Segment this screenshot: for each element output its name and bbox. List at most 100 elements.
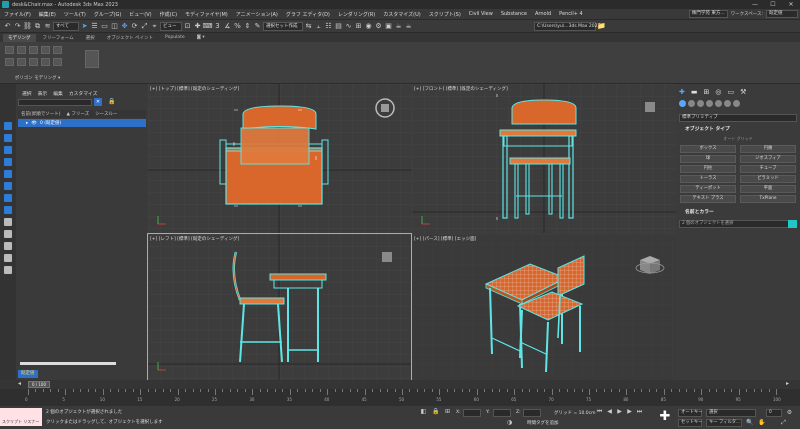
menu-customize[interactable]: カスタマイズ(U) (379, 11, 424, 18)
lights-category-icon[interactable] (697, 100, 704, 107)
filter-groups-icon[interactable] (4, 194, 12, 202)
viewport-left-label[interactable]: [+] [レフト] [標準] [既定のシェーディング] (150, 236, 239, 242)
current-frame-field[interactable]: 0 (766, 409, 782, 417)
set-key-icon[interactable]: ✚ (658, 410, 672, 424)
explorer-menu-edit[interactable]: 編集 (53, 90, 63, 97)
prev-key-icon[interactable]: ◀ (606, 408, 613, 415)
menu-pencil[interactable]: Pencil+ 4 (555, 11, 587, 17)
align-icon[interactable]: ⫠ (314, 22, 323, 31)
layer-explorer-icon[interactable]: ☷ (324, 22, 333, 31)
create-txplane-button[interactable]: TxPlane (740, 195, 796, 203)
create-plane-button[interactable]: 平面 (740, 185, 796, 193)
select-object-icon[interactable]: ➤ (80, 22, 89, 31)
time-slider[interactable]: 0 / 100 (28, 381, 50, 388)
column-name[interactable]: 名前(昇順でソート) (21, 111, 61, 117)
explorer-menu-select[interactable]: 選択 (22, 90, 32, 97)
named-selection-set[interactable]: 選択セット作成 (263, 21, 303, 31)
viewport-perspective-label[interactable]: [+] [パース] [標準] [エッジ面] (414, 236, 476, 242)
viewport-front[interactable]: [+] [フロント] [標準] [既定のシェーディング] (412, 84, 676, 233)
add-time-tag[interactable]: 時間タグを追加 (527, 420, 559, 426)
filter-spacewarps-icon[interactable] (4, 182, 12, 190)
mirror-icon[interactable]: ⇆ (304, 22, 313, 31)
menu-view[interactable]: ビュー(V) (125, 11, 155, 18)
viewport-perspective[interactable]: [+] [パース] [標準] [エッジ面] (412, 234, 676, 380)
filter-containers-icon[interactable] (4, 230, 12, 238)
bind-space-warp-icon[interactable]: ≋ (43, 22, 52, 31)
menu-modifiers[interactable]: モディファイヤ(M) (181, 11, 232, 18)
angle-snap-icon[interactable]: ∡ (223, 22, 232, 31)
create-tube-button[interactable]: チューブ (740, 165, 796, 173)
menu-create[interactable]: 作成(C) (156, 11, 181, 18)
create-cone-button[interactable]: 円錐 (740, 145, 796, 153)
filter-xrefs-icon[interactable] (4, 206, 12, 214)
key-filters-button[interactable]: キー フィルタ... (706, 419, 742, 427)
absolute-mode-icon[interactable]: ⊞ (444, 408, 451, 415)
menu-edit[interactable]: 編集(E) (35, 11, 60, 18)
motion-tab-icon[interactable]: ◎ (715, 88, 721, 96)
y-coord-field[interactable] (493, 409, 511, 417)
shapes-category-icon[interactable] (688, 100, 695, 107)
create-tab-icon[interactable]: ✚ (679, 88, 685, 96)
x-coord-field[interactable] (463, 409, 481, 417)
rendered-frame-icon[interactable]: ▣ (384, 22, 393, 31)
reference-coord-select[interactable]: ビュー (160, 21, 182, 31)
move-icon[interactable]: ✥ (120, 22, 129, 31)
selection-filter-select[interactable]: すべて (53, 21, 79, 31)
ribbon-button-1[interactable] (5, 46, 14, 54)
create-pyramid-button[interactable]: ピラミッド (740, 175, 796, 183)
zoom-icon[interactable]: 🔍 (746, 419, 753, 426)
ribbon-button-6[interactable] (5, 58, 14, 66)
project-path[interactable]: C:\Users\yu\...3ds Max 2023 (534, 21, 600, 31)
ribbon-button-10[interactable] (53, 58, 62, 66)
window-crossing-icon[interactable]: ◫ (110, 22, 119, 31)
ribbon-button-7[interactable] (17, 58, 26, 66)
layer-status[interactable]: 既定値 (18, 370, 38, 378)
systems-category-icon[interactable] (733, 100, 740, 107)
scale-icon[interactable]: ⤢ (140, 22, 149, 31)
menu-substance[interactable]: Substance (497, 11, 531, 17)
select-by-name-icon[interactable]: ☰ (90, 22, 99, 31)
menu-tools[interactable]: ツール(T) (60, 11, 90, 18)
explorer-menu-customize[interactable]: カスタマイズ (69, 90, 98, 97)
auto-key-button[interactable]: オートキー (678, 409, 702, 417)
scene-explorer-icon[interactable]: ▤ (334, 22, 343, 31)
orbit-icon[interactable]: ✋ (758, 419, 765, 426)
time-config-icon[interactable]: ⚙ (786, 409, 793, 416)
helpers-category-icon[interactable] (715, 100, 722, 107)
edit-named-selection-icon[interactable]: ✎ (253, 22, 262, 31)
menu-group[interactable]: グループ(G) (90, 11, 125, 18)
schematic-view-icon[interactable]: ⊞ (354, 22, 363, 31)
menu-civil-view[interactable]: Civil View (465, 11, 497, 17)
menu-graph-editors[interactable]: グラフ エディタ(D) (282, 11, 334, 18)
selection-lock-icon[interactable]: 🔒 (432, 408, 439, 415)
filter-all-icon[interactable] (4, 266, 12, 274)
create-sphere-button[interactable]: 球 (680, 155, 736, 163)
redo-icon[interactable]: ↷ (13, 22, 22, 31)
prev-frame-icon[interactable]: ◂ (18, 380, 21, 387)
workspace-select[interactable]: 既定値 (766, 10, 798, 18)
next-frame-icon[interactable]: ▸ (786, 380, 789, 387)
create-box-button[interactable]: ボックス (680, 145, 736, 153)
column-freeze[interactable]: ▲ フリーズ (67, 111, 90, 117)
go-to-start-icon[interactable]: ⏮ (596, 408, 603, 415)
viewport-left[interactable]: [+] [レフト] [標準] [既定のシェーディング] (147, 233, 412, 381)
tab-object-paint[interactable]: オブジェクト ペイント (102, 34, 158, 42)
menu-rendering[interactable]: レンダリング(R) (334, 11, 379, 18)
object-color-swatch[interactable] (788, 220, 797, 228)
ribbon-button-2[interactable] (17, 46, 26, 54)
track-bar[interactable]: 0 5 10 15 20 25 30 35 40 45 50 55 60 65 70 75 80 85 90 95 10… (0, 389, 800, 406)
selection-set-select[interactable]: 選択 (706, 409, 756, 417)
hierarchy-tab-icon[interactable]: ⊞ (704, 88, 710, 96)
ribbon-button-5[interactable] (53, 46, 62, 54)
ribbon-button-3[interactable] (29, 46, 38, 54)
user-account-field[interactable]: 株門学苑 東方... (688, 10, 728, 18)
explorer-scroll[interactable] (20, 362, 116, 365)
create-geosphere-button[interactable]: ジオスフィア (740, 155, 796, 163)
clear-search-icon[interactable]: ✕ (94, 98, 102, 106)
percent-snap-icon[interactable]: % (233, 22, 242, 31)
tab-selection[interactable]: 選択 (81, 34, 100, 42)
adaptive-degradation-icon[interactable]: ◑ (506, 419, 513, 426)
viewport-top-label[interactable]: [+] [トップ] [標準] [既定のシェーディング] (150, 86, 239, 92)
close-button[interactable]: ✕ (782, 0, 800, 9)
create-torus-button[interactable]: トーラス (680, 175, 736, 183)
